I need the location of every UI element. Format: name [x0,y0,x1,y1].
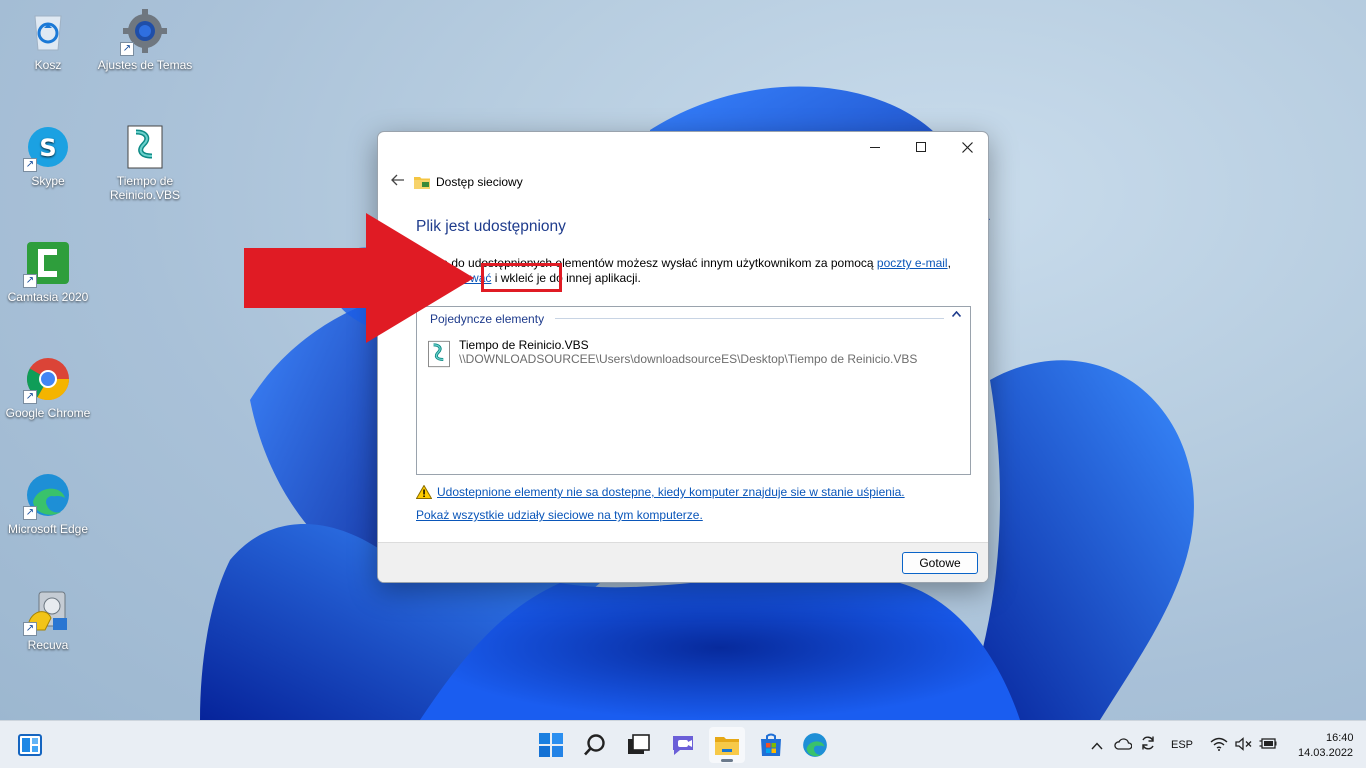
desktop-icon-skype[interactable]: S ↗ Skype [0,124,96,188]
show-all-shares-row: Pokaż wszystkie udziały sieciowe na tym … [416,508,703,522]
warning-icon [416,485,432,499]
start-button[interactable] [533,727,569,763]
desktop-icon-recuva[interactable]: ↗ Recuva [0,588,96,652]
desktop-icon-theme-settings[interactable]: ↗ Ajustes de Temas [97,8,193,72]
shortcut-arrow-icon: ↗ [23,506,37,520]
shortcut-arrow-icon: ↗ [23,390,37,404]
vbs-script-icon [122,124,168,170]
task-view-icon [628,734,650,754]
desktop-icon-label: Skype [31,174,65,188]
title-bar [378,132,988,162]
shortcut-arrow-icon: ↗ [23,274,37,288]
widgets-button[interactable] [12,727,48,763]
desktop-icon-label: Kosz [34,58,62,72]
chat-icon [673,736,693,755]
list-item[interactable]: Tiempo de Reinicio.VBS \\DOWNLOADSOURCEE… [425,338,917,370]
skype-icon: S ↗ [23,124,71,172]
back-button[interactable] [386,173,410,191]
shortcut-arrow-icon: ↗ [120,42,134,56]
chrome-icon: ↗ [23,356,71,404]
annotation-arrow [244,213,474,343]
battery-charging-icon [1259,738,1277,749]
recycle-bin-icon [25,8,71,54]
item-path: \\DOWNLOADSOURCEE\Users\downloadsourceES… [459,352,918,366]
clock-time: 16:40 [1326,732,1354,744]
email-link[interactable]: poczty e-mail [877,256,948,270]
camtasia-icon: ↗ [23,240,71,288]
task-view-button[interactable] [621,727,657,763]
group-divider [555,318,944,319]
desktop-icon-label: Google Chrome [5,406,91,420]
widgets-icon [18,734,42,756]
taskbar: ESP 16:40 14.03.2022 [0,720,1366,768]
show-hidden-icons-button[interactable] [1091,737,1103,755]
sleep-warning: Udostepnione elementy nie sa dostepne, k… [416,485,905,499]
input-language-indicator[interactable]: ESP [1171,739,1193,751]
microsoft-store-button[interactable] [753,727,789,763]
edge-icon: ↗ [23,472,71,520]
svg-text:S: S [39,134,56,162]
navigation-bar: Dostęp sieciowy [386,168,988,196]
sync-icon [1142,736,1154,750]
desktop-icon-label: Recuva [27,638,69,652]
collapse-group-button[interactable] [951,309,962,320]
network-folder-icon [414,177,430,189]
close-button[interactable] [944,132,988,162]
chevron-up-icon [1091,742,1103,750]
desktop-icon-label: Microsoft Edge [7,522,89,536]
active-app-indicator [721,759,733,762]
done-button[interactable]: Gotowe [902,552,978,574]
cloud-icon [1114,738,1133,750]
desktop-icon-label: Ajustes de Temas [97,58,193,72]
store-icon [761,733,781,756]
desktop-icon-edge[interactable]: ↗ Microsoft Edge [0,472,96,536]
sleep-warning-link[interactable]: Udostepnione elementy nie sa dostepne, k… [437,485,905,499]
folder-icon [715,737,739,755]
shortcut-arrow-icon: ↗ [23,622,37,636]
desktop-icon-camtasia[interactable]: ↗ Camtasia 2020 [0,240,96,304]
dialog-footer: Gotowe [378,542,988,582]
desktop-icon-label: Camtasia 2020 [7,290,89,304]
clock-date: 14.03.2022 [1298,747,1354,759]
battery-tray-button[interactable] [1259,737,1277,755]
wifi-icon [1210,737,1228,751]
recuva-icon: ↗ [23,588,71,636]
gear-icon: ↗ [120,8,168,56]
desktop-icon-vbs-file[interactable]: Tiempo de Reinicio.VBS [97,124,193,202]
maximize-icon [916,142,926,152]
volume-tray-button[interactable] [1235,737,1253,756]
desktop-icon-chrome[interactable]: ↗ Google Chrome [0,356,96,420]
desktop-icon-recycle-bin[interactable]: Kosz [0,8,96,72]
clock-button[interactable]: 16:40 14.03.2022 [1290,729,1356,761]
teams-chat-button[interactable] [665,727,701,763]
edge-taskbar-button[interactable] [797,727,833,763]
shortcut-arrow-icon: ↗ [23,158,37,172]
onedrive-tray-button[interactable] [1114,737,1133,755]
item-name: Tiempo de Reinicio.VBS [459,338,589,352]
speaker-muted-icon [1235,737,1252,751]
windows-logo-icon [539,733,563,757]
minimize-button[interactable] [852,132,898,162]
search-button[interactable] [577,727,613,763]
network-tray-button[interactable] [1210,737,1228,756]
search-icon [584,734,605,756]
shared-items-list: Pojedyncze elementy Tiempo de Reinicio.V… [416,306,971,475]
chevron-up-icon [951,310,962,318]
network-access-dialog: Dostęp sieciowy Plik jest udostępniony Ł… [377,131,989,583]
edge-icon [803,733,827,757]
maximize-button[interactable] [898,132,944,162]
annotation-highlight-box [481,263,562,292]
show-all-shares-link[interactable]: Pokaż wszystkie udziały sieciowe na tym … [416,508,703,522]
file-explorer-button[interactable] [709,727,745,763]
dialog-nav-title: Dostęp sieciowy [436,175,523,189]
sync-tray-button[interactable] [1140,735,1156,756]
close-icon [961,141,973,153]
desktop-icon-label: Tiempo de Reinicio.VBS [109,174,181,202]
minimize-icon [870,146,880,148]
back-arrow-icon [391,174,404,186]
